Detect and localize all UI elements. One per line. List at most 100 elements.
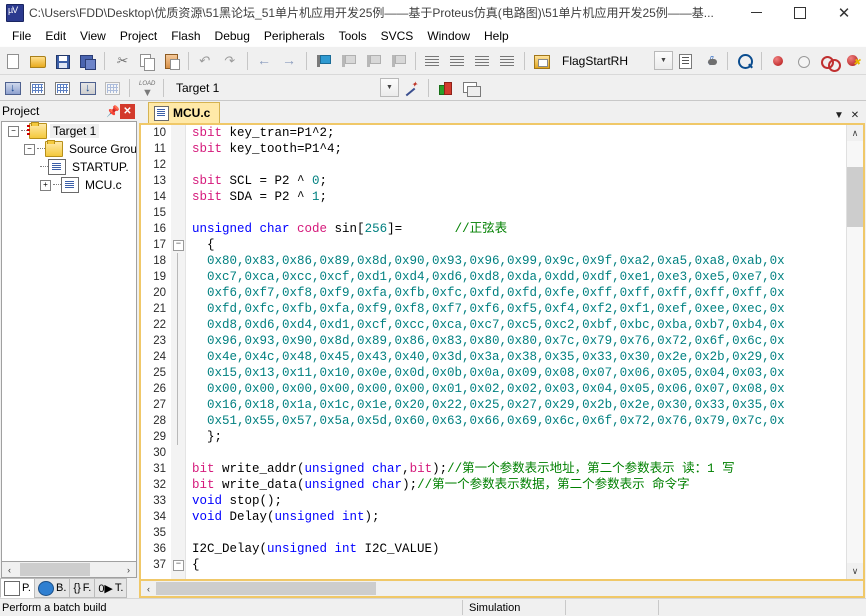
- code-line[interactable]: 0x80,0x83,0x86,0x89,0x8d,0x90,0x93,0x96,…: [186, 253, 846, 269]
- kill-all-breakpoints-icon[interactable]: [842, 50, 865, 72]
- tab-functions[interactable]: {} F.: [69, 578, 96, 598]
- pin-icon[interactable]: 📌: [106, 103, 120, 119]
- close-icon[interactable]: ✕: [120, 103, 135, 119]
- toggle-bookmark-icon[interactable]: [312, 50, 335, 72]
- project-tree[interactable]: − Target 1 − Source Group STARTUP. + MCU…: [1, 121, 137, 562]
- menu-view[interactable]: View: [73, 27, 113, 46]
- find-in-files-icon[interactable]: [530, 50, 553, 72]
- scroll-thumb[interactable]: [20, 563, 90, 576]
- code-line[interactable]: [186, 205, 846, 221]
- code-line[interactable]: sbit SCL = P2 ^ 0;: [186, 173, 846, 189]
- menu-file[interactable]: File: [5, 27, 38, 46]
- redo-icon[interactable]: ↷: [219, 50, 242, 72]
- code-line[interactable]: 0x51,0x55,0x57,0x5a,0x5d,0x60,0x63,0x66,…: [186, 413, 846, 429]
- scroll-track[interactable]: [17, 563, 121, 576]
- chevron-down-icon[interactable]: ▼: [654, 51, 673, 70]
- expander-icon[interactable]: −: [24, 143, 35, 155]
- uncomment-icon[interactable]: [496, 50, 519, 72]
- code-line[interactable]: 0xd8,0xd6,0xd4,0xd1,0xcf,0xcc,0xca,0xc7,…: [186, 317, 846, 333]
- target-dropdown-chevron-icon[interactable]: ▼: [380, 78, 399, 97]
- outdent-icon[interactable]: [446, 50, 469, 72]
- scroll-track[interactable]: [156, 582, 863, 595]
- menu-tools[interactable]: Tools: [332, 27, 374, 46]
- download-icon[interactable]: LOAD ▼: [135, 77, 158, 99]
- comment-icon[interactable]: [471, 50, 494, 72]
- menu-window[interactable]: Window: [420, 27, 477, 46]
- close-icon[interactable]: ✕: [847, 107, 863, 123]
- next-bookmark-icon[interactable]: [362, 50, 385, 72]
- code-line[interactable]: 0xfd,0xfc,0xfb,0xfa,0xf9,0xf8,0xf7,0xf6,…: [186, 301, 846, 317]
- code-line[interactable]: [186, 445, 846, 461]
- code-line[interactable]: void Delay(unsigned int);: [186, 509, 846, 525]
- target-selector[interactable]: Target 1: [172, 81, 376, 95]
- undo-icon[interactable]: ↶: [194, 50, 217, 72]
- scroll-thumb[interactable]: [847, 167, 863, 227]
- minimize-button[interactable]: [734, 0, 778, 25]
- project-horizontal-scrollbar[interactable]: ‹ ›: [1, 562, 137, 578]
- translate-icon[interactable]: [1, 77, 24, 99]
- close-button[interactable]: ✕: [822, 0, 866, 25]
- navigate-forward-icon[interactable]: →: [278, 50, 301, 72]
- rebuild-icon[interactable]: [51, 77, 74, 99]
- find-icon[interactable]: [733, 50, 756, 72]
- chevron-down-icon[interactable]: ▼: [831, 107, 847, 123]
- scroll-track[interactable]: [847, 141, 863, 563]
- code-folding-column[interactable]: − −: [171, 125, 186, 579]
- multi-project-icon[interactable]: [459, 77, 482, 99]
- cut-icon[interactable]: ✂: [110, 50, 133, 72]
- code-line[interactable]: [186, 157, 846, 173]
- menu-flash[interactable]: Flash: [164, 27, 207, 46]
- code-text[interactable]: sbit key_tran=P1^2; sbit key_tooth=P1^4; …: [186, 125, 846, 579]
- code-area[interactable]: 10 11 12 13 14 15 16 17 18 19 20 21 22 23 24 25 26 27 28 29…: [141, 125, 846, 579]
- code-line[interactable]: 0x00,0x00,0x00,0x00,0x00,0x00,0x01,0x02,…: [186, 381, 846, 397]
- disable-all-breakpoints-icon[interactable]: [817, 50, 841, 72]
- code-line[interactable]: 0xc7,0xca,0xcc,0xcf,0xd1,0xd4,0xd6,0xd8,…: [186, 269, 846, 285]
- save-icon[interactable]: [51, 50, 74, 72]
- scroll-left-arrow-icon[interactable]: ‹: [141, 582, 156, 595]
- tab-project[interactable]: P.: [0, 578, 35, 598]
- code-line[interactable]: [186, 525, 846, 541]
- scroll-thumb[interactable]: [156, 582, 376, 595]
- tree-item-mcu-c[interactable]: + MCU.c: [2, 176, 136, 194]
- start-debug-icon[interactable]: ⇩: [699, 50, 722, 72]
- prev-bookmark-icon[interactable]: [337, 50, 360, 72]
- menu-debug[interactable]: Debug: [208, 27, 257, 46]
- editor-horizontal-scrollbar[interactable]: ‹: [139, 581, 865, 598]
- code-line[interactable]: {: [186, 237, 846, 253]
- code-line[interactable]: bit write_addr(unsigned char,bit);//第一个参…: [186, 461, 846, 477]
- menu-peripherals[interactable]: Peripherals: [257, 27, 332, 46]
- disable-breakpoint-icon[interactable]: [792, 50, 815, 72]
- code-line[interactable]: };: [186, 429, 846, 445]
- manage-components-icon[interactable]: [434, 77, 457, 99]
- scroll-left-arrow-icon[interactable]: ‹: [2, 563, 17, 576]
- code-line[interactable]: void stop();: [186, 493, 846, 509]
- copy-icon[interactable]: [135, 50, 158, 72]
- tab-templates[interactable]: 0▶ T.: [94, 578, 128, 598]
- bookmark-name-field[interactable]: FlagStartRH: [556, 54, 628, 68]
- scroll-up-arrow-icon[interactable]: ∧: [847, 125, 863, 141]
- open-file-icon[interactable]: [26, 50, 49, 72]
- clear-bookmarks-icon[interactable]: [387, 50, 410, 72]
- code-line[interactable]: 0x16,0x18,0x1a,0x1c,0x1e,0x20,0x22,0x25,…: [186, 397, 846, 413]
- target-options-icon[interactable]: [400, 77, 423, 99]
- code-line[interactable]: sbit key_tooth=P1^4;: [186, 141, 846, 157]
- menu-project[interactable]: Project: [113, 27, 164, 46]
- expander-icon[interactable]: +: [40, 179, 51, 191]
- build-icon[interactable]: [26, 77, 49, 99]
- tab-books[interactable]: B.: [33, 578, 71, 598]
- menu-help[interactable]: Help: [477, 27, 516, 46]
- menu-svcs[interactable]: SVCS: [374, 27, 421, 46]
- save-all-icon[interactable]: [76, 50, 99, 72]
- code-line[interactable]: sbit SDA = P2 ^ 1;: [186, 189, 846, 205]
- paste-icon[interactable]: [160, 50, 183, 72]
- tree-item-source-group[interactable]: − Source Group: [2, 140, 136, 158]
- editor-tab-mcu-c[interactable]: MCU.c: [148, 102, 221, 123]
- code-line[interactable]: 0x96,0x93,0x90,0x8d,0x89,0x86,0x83,0x80,…: [186, 333, 846, 349]
- scroll-down-arrow-icon[interactable]: ∨: [847, 563, 863, 579]
- fold-marker[interactable]: −: [171, 237, 185, 253]
- maximize-button[interactable]: [778, 0, 822, 25]
- fold-collapse-icon[interactable]: −: [173, 240, 184, 251]
- code-line[interactable]: 0xf6,0xf7,0xf8,0xf9,0xfa,0xfb,0xfc,0xfd,…: [186, 285, 846, 301]
- indent-icon[interactable]: [421, 50, 444, 72]
- code-line[interactable]: bit write_data(unsigned char);//第一个参数表示数…: [186, 477, 846, 493]
